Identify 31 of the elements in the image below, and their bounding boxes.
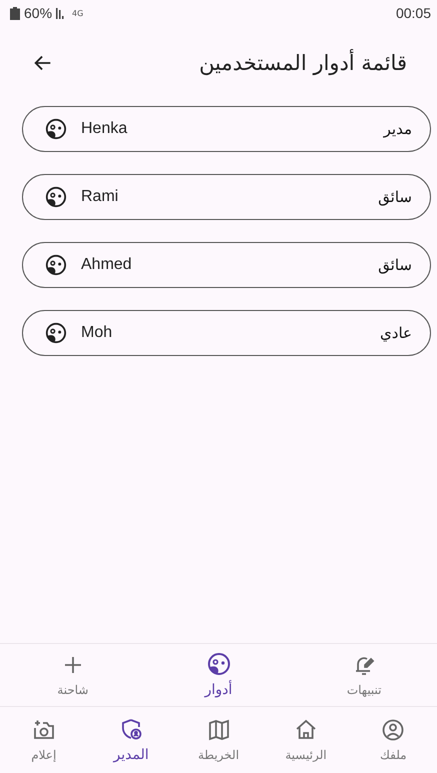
mask-icon [45, 322, 67, 344]
battery-icon [10, 6, 20, 20]
shield-user-icon [119, 717, 144, 741]
network-type: 4G [72, 8, 84, 18]
bottom-nav-tab[interactable]: المدير [88, 717, 174, 763]
user-role: مدير [384, 120, 412, 138]
sub-nav-tab[interactable]: أدوار [176, 652, 262, 698]
sub-nav-tab[interactable]: شاحنة [30, 653, 116, 697]
user-role: عادي [380, 324, 412, 342]
page-title: قائمة أدوار المستخدمين [199, 51, 407, 75]
user-role: سائق [378, 188, 412, 206]
mask-icon [45, 254, 67, 276]
map-icon [206, 718, 231, 742]
user-name: Henka [81, 120, 128, 138]
home-icon [294, 718, 318, 742]
user-name: Ahmed [81, 256, 133, 274]
bottom-nav-tab[interactable]: إعلام [0, 718, 87, 762]
profile-icon [381, 718, 406, 742]
bottom-nav-tab[interactable]: الخريطة [176, 718, 262, 762]
add-camera-icon [32, 718, 56, 742]
mask-icon [206, 652, 231, 676]
user-name: Moh [81, 324, 114, 342]
bottom-nav-tab[interactable]: الرئيسية [262, 718, 349, 762]
user-name: Rami [81, 188, 120, 206]
mask-icon [45, 186, 67, 208]
mask-icon [45, 118, 67, 140]
user-role: سائق [378, 256, 412, 274]
battery-level: 60% [24, 5, 52, 21]
clock-time: 00:05 [396, 5, 431, 21]
sub-nav-tab[interactable]: تنبيهات [321, 653, 408, 697]
bottom-nav-tab[interactable]: ملفك [350, 718, 436, 762]
